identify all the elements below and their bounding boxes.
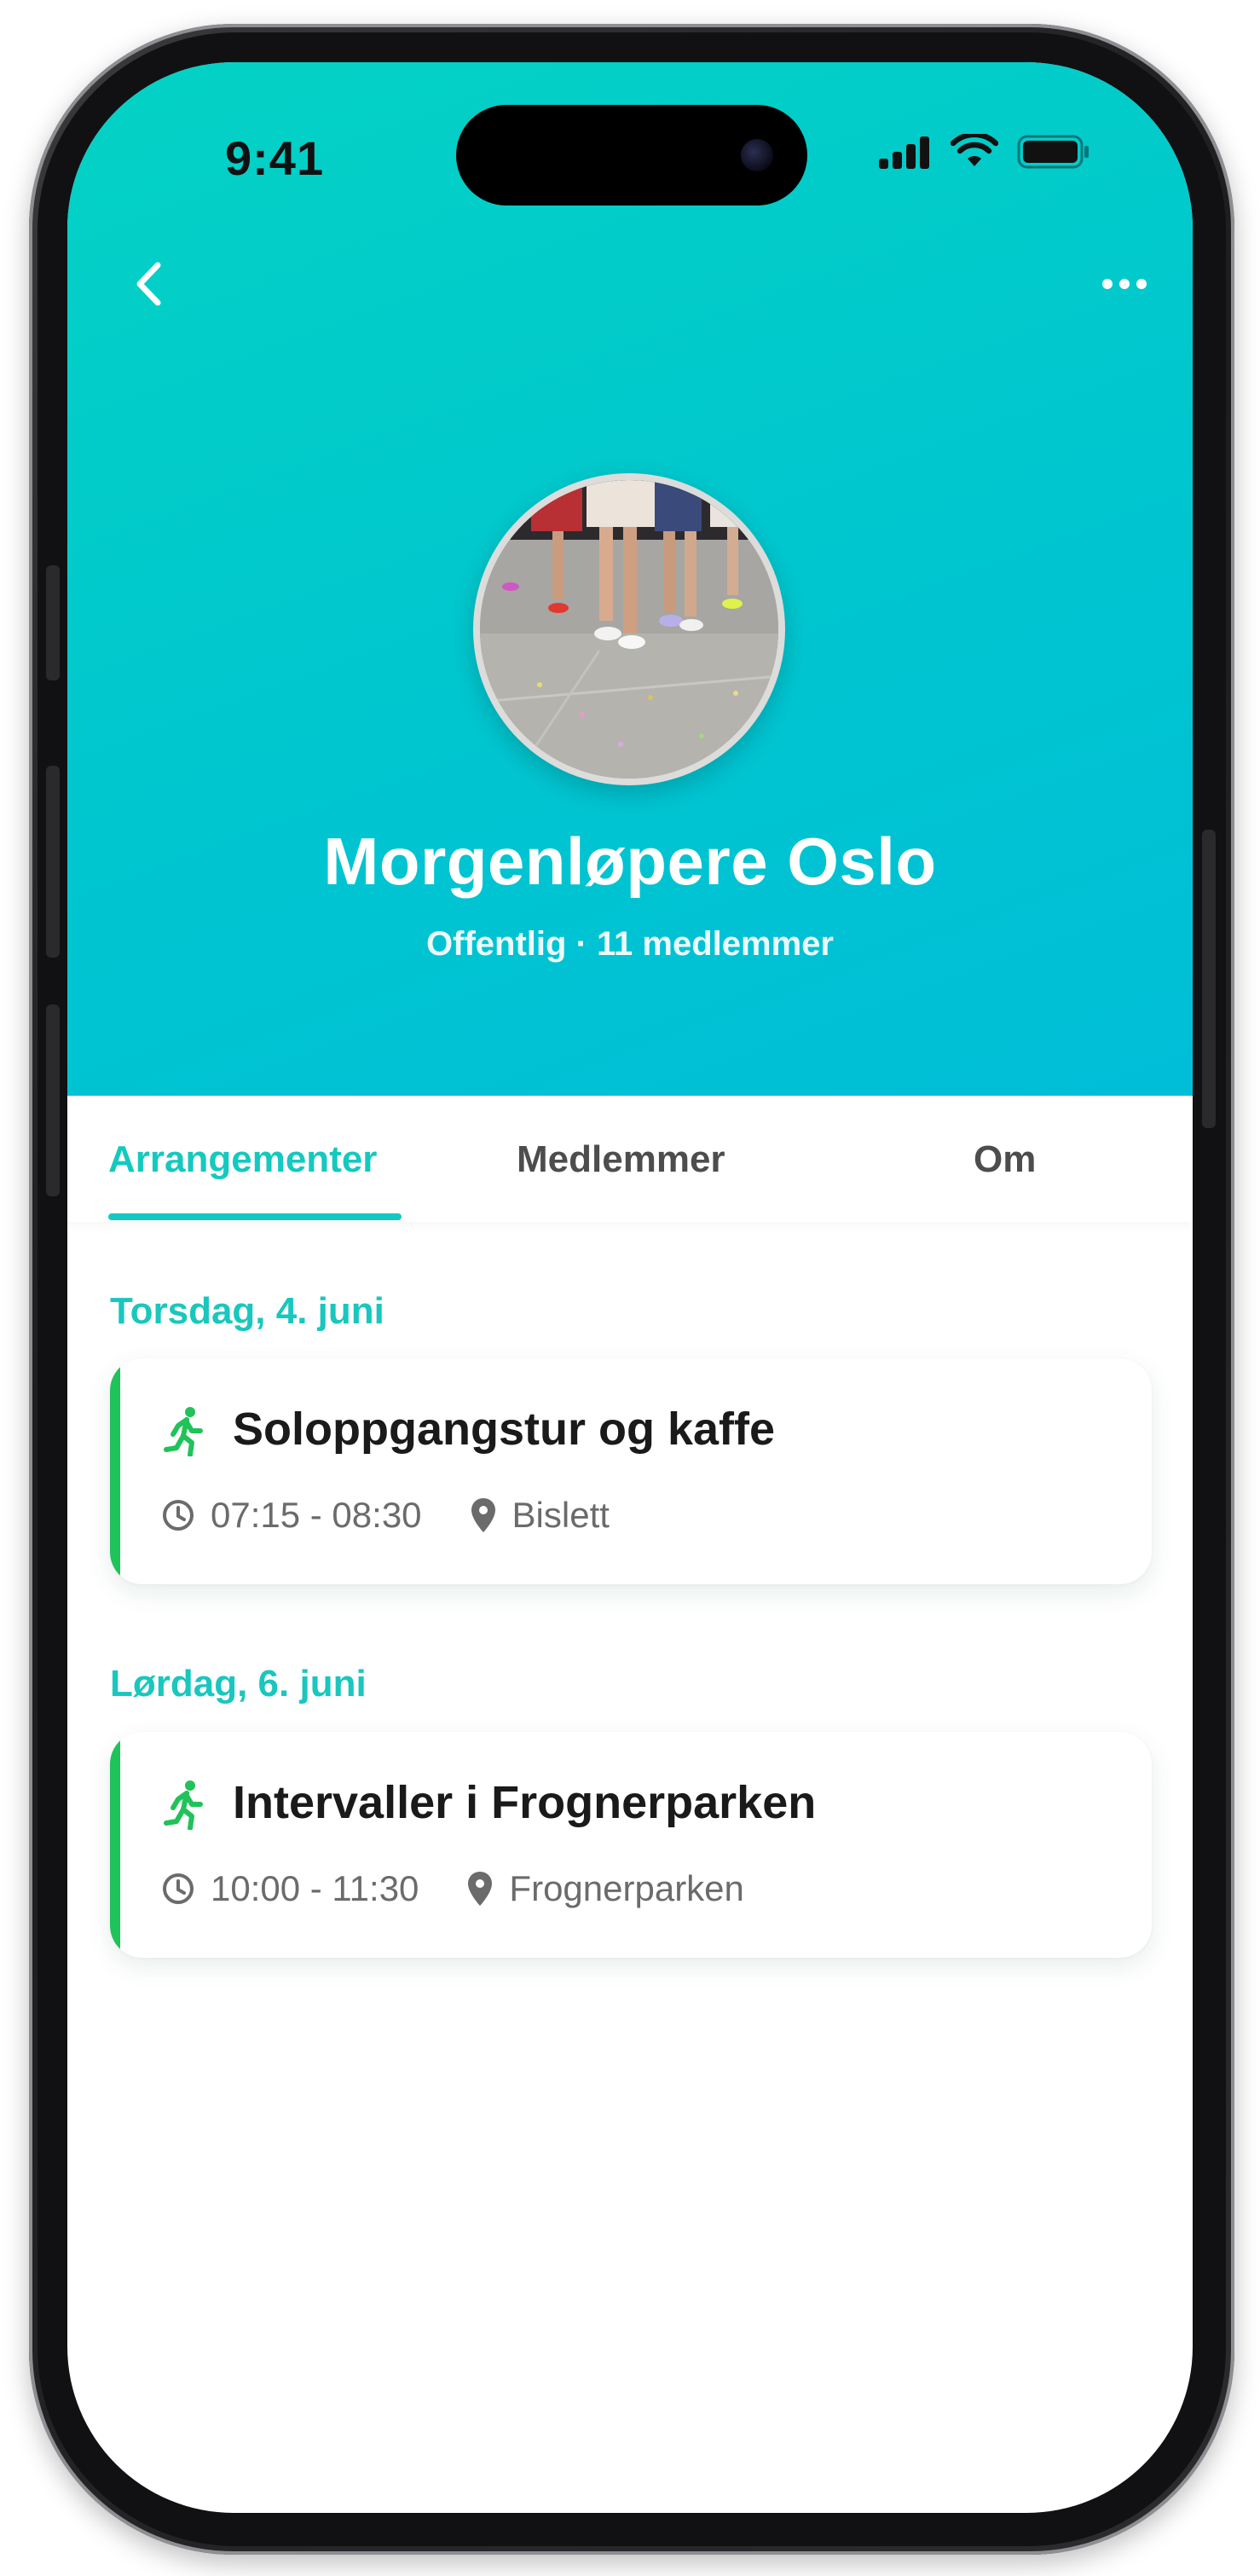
tab-medlemmer[interactable]: Medlemmer bbox=[517, 1138, 725, 1181]
clock-icon bbox=[163, 1873, 194, 1904]
more-options-button[interactable] bbox=[1090, 254, 1159, 314]
power-button bbox=[1202, 830, 1216, 1128]
dynamic-island bbox=[456, 105, 807, 206]
camera-icon bbox=[741, 139, 773, 171]
group-avatar bbox=[473, 473, 785, 785]
clock-icon bbox=[163, 1500, 194, 1531]
event-time: 07:15 - 08:30 bbox=[211, 1495, 422, 1535]
status-bar: 9:41 bbox=[67, 62, 1193, 206]
tab-om[interactable]: Om bbox=[974, 1138, 1036, 1181]
wifi-icon bbox=[951, 134, 998, 166]
event-meta: 10:00 - 11:30 Frognerparken bbox=[161, 1868, 744, 1909]
cellular-signal-icon bbox=[879, 136, 929, 169]
event-title: Intervaller i Frognerparken bbox=[233, 1777, 817, 1828]
day-header: Lørdag, 6. juni bbox=[110, 1663, 367, 1705]
screen: 9:41 Morgenløpere Oslo Offentlig · 11 me… bbox=[67, 62, 1193, 2513]
event-meta: 07:15 - 08:30 Bislett bbox=[161, 1495, 610, 1536]
action-button bbox=[46, 565, 60, 680]
running-person-icon bbox=[164, 1407, 203, 1456]
volume-up-button bbox=[46, 766, 60, 958]
day-header: Torsdag, 4. juni bbox=[110, 1290, 384, 1332]
back-button[interactable] bbox=[118, 250, 187, 318]
group-header: 9:41 Morgenløpere Oslo Offentlig · 11 me… bbox=[67, 62, 1193, 1096]
active-tab-indicator bbox=[108, 1213, 402, 1220]
chevron-left-icon bbox=[136, 262, 161, 306]
running-person-icon bbox=[164, 1780, 203, 1830]
tab-bar: Arrangementer Medlemmer Om bbox=[67, 1096, 1193, 1222]
group-visibility-members: Offentlig · 11 medlemmer bbox=[426, 925, 834, 963]
event-card[interactable]: Soloppgangstur og kaffe 07:15 - 08:30 Bi… bbox=[110, 1358, 1152, 1584]
location-pin-icon bbox=[468, 1872, 493, 1906]
event-card[interactable]: Intervaller i Frognerparken 10:00 - 11:3… bbox=[110, 1732, 1152, 1958]
status-time: 9:41 bbox=[225, 131, 325, 185]
event-location: Frognerparken bbox=[509, 1868, 744, 1908]
group-name: Morgenløpere Oslo bbox=[323, 824, 937, 899]
status-icons bbox=[879, 134, 1090, 170]
group-photo-runners bbox=[480, 480, 778, 779]
battery-icon bbox=[1017, 135, 1089, 169]
tab-arrangementer[interactable]: Arrangementer bbox=[108, 1138, 377, 1181]
event-title: Soloppgangstur og kaffe bbox=[233, 1404, 776, 1455]
volume-down-button bbox=[46, 1004, 60, 1196]
more-horizontal-icon bbox=[1102, 279, 1147, 289]
event-location: Bislett bbox=[512, 1495, 610, 1535]
event-time: 10:00 - 11:30 bbox=[211, 1868, 419, 1908]
location-pin-icon bbox=[471, 1498, 495, 1532]
